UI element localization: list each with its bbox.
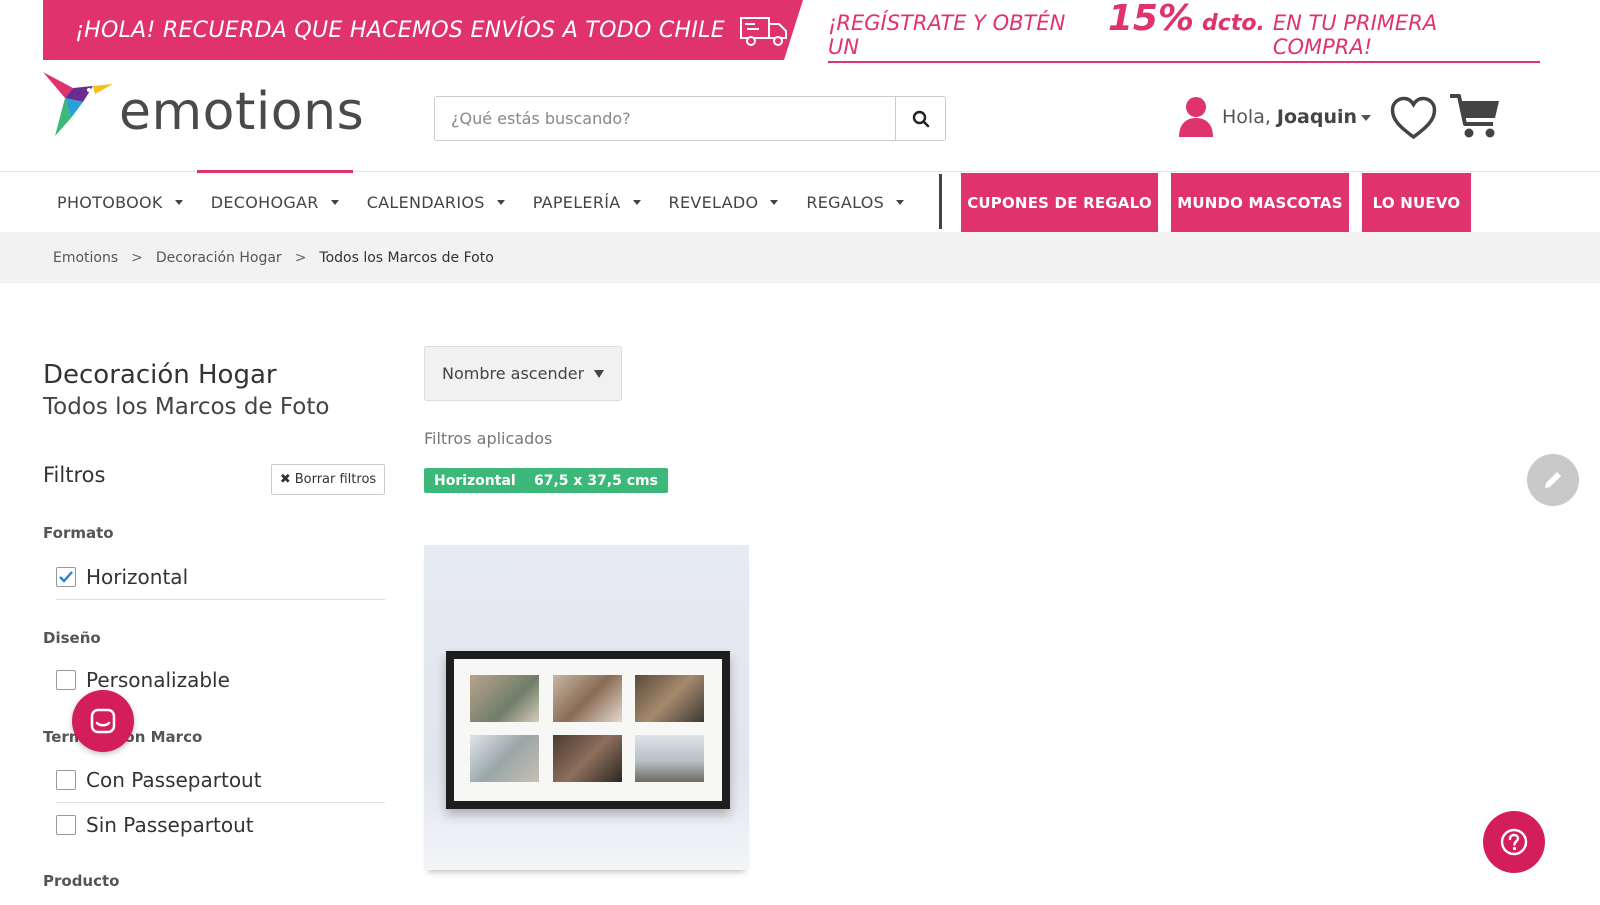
nav-item-papeleria[interactable]: PAPELERÍA (519, 172, 655, 232)
frame-photo (635, 735, 704, 782)
photo-frame-illustration (446, 651, 730, 809)
category-title: Decoración Hogar (43, 360, 277, 390)
close-icon: ✖ (279, 472, 291, 487)
chevron-down-icon (1361, 114, 1372, 121)
filter-option-sin-passepartout[interactable]: Sin Passepartout (56, 805, 385, 845)
filters-heading: Filtros (43, 463, 106, 487)
frame-photo (635, 675, 704, 722)
user-greeting: Hola, Joaquin (1222, 106, 1372, 128)
chat-widget-button[interactable] (72, 690, 134, 752)
applied-filter-tag[interactable]: 67,5 x 37,5 cms (524, 468, 668, 493)
clear-filters-button[interactable]: ✖ Borrar filtros (271, 464, 385, 495)
cart-icon[interactable] (1449, 92, 1501, 140)
edit-floating-button[interactable] (1527, 454, 1579, 506)
promo-shipping: ¡HOLA! RECUERDA QUE HACEMOS ENVÍOS A TOD… (43, 0, 803, 60)
user-greeting-text: Hola, (1222, 106, 1271, 128)
nav-item-regalos[interactable]: REGALOS (792, 172, 918, 232)
product-card-image[interactable] (424, 545, 749, 870)
applied-filters-heading: Filtros aplicados (424, 429, 553, 448)
sort-select-value: Nombre ascendente (442, 364, 584, 383)
nav-item-label: REVELADO (668, 192, 759, 212)
logo[interactable]: emotions (43, 68, 364, 138)
wishlist-heart-icon[interactable] (1390, 96, 1437, 140)
truck-icon (739, 17, 787, 46)
help-floating-button[interactable] (1483, 811, 1545, 873)
breadcrumb-current: Todos los Marcos de Foto (319, 249, 494, 266)
dropdown-caret-icon (770, 199, 779, 205)
filter-option-label: Horizontal (86, 565, 189, 589)
user-icon (1179, 97, 1213, 137)
dropdown-caret-icon (174, 199, 183, 205)
nav-item-photobook[interactable]: PHOTOBOOK (43, 172, 197, 232)
nav-item-label: DECOHOGAR (210, 192, 319, 212)
chevron-down-icon (594, 369, 604, 378)
promo-dcto: dcto. (1202, 10, 1265, 36)
sort-select[interactable]: Nombre ascendente (424, 346, 622, 401)
nav-item-label: PHOTOBOOK (57, 192, 163, 212)
filter-option-label: Personalizable (86, 668, 230, 692)
promo-register-prefix: ¡REGÍSTRATE Y OBTÉN UN (828, 10, 1066, 59)
breadcrumb-separator: > (131, 249, 143, 266)
breadcrumb-category[interactable]: Decoración Hogar (156, 250, 282, 266)
nav-item-label: CALENDARIOS (366, 192, 485, 212)
user-name: Joaquin (1276, 106, 1358, 128)
dropdown-caret-icon (330, 199, 339, 205)
frame-photo (553, 735, 622, 782)
checkmark-icon (59, 571, 73, 583)
category-subtitle: Todos los Marcos de Foto (43, 394, 330, 420)
nav-item-calendarios[interactable]: CALENDARIOS (353, 172, 519, 232)
dropdown-caret-icon (496, 199, 505, 205)
nav-item-revelado[interactable]: REVELADO (655, 172, 793, 232)
promo-banner[interactable]: ¡HOLA! RECUERDA QUE HACEMOS ENVÍOS A TOD… (43, 0, 1540, 63)
logo-text: emotions (119, 82, 365, 142)
filter-option-label: Con Passepartout (86, 768, 262, 792)
search-button[interactable] (895, 97, 945, 140)
promo-shipping-text: ¡HOLA! RECUERDA QUE HACEMOS ENVÍOS A TOD… (75, 17, 725, 43)
checkbox[interactable] (56, 815, 76, 835)
checkbox[interactable] (56, 770, 76, 790)
filter-option-horizontal[interactable]: Horizontal (56, 555, 385, 600)
promo-register[interactable]: ¡REGÍSTRATE Y OBTÉN UN 15% dcto. EN TU P… (828, 0, 1540, 63)
nav-item-decohogar[interactable]: DECOHOGAR (196, 170, 353, 232)
nav-divider (939, 174, 942, 229)
applied-filter-tag[interactable]: Horizontal (424, 468, 526, 493)
nav-button-mascotas[interactable]: MUNDO MASCOTAS (1171, 173, 1349, 233)
nav-item-label: REGALOS (806, 192, 885, 212)
pencil-icon (1545, 472, 1561, 488)
help-icon (1500, 828, 1528, 856)
breadcrumb-home[interactable]: Emotions (53, 250, 118, 266)
hummingbird-logo-icon (43, 72, 113, 136)
user-menu[interactable]: Hola, Joaquin (1178, 96, 1372, 138)
clear-filters-label: Borrar filtros (294, 472, 377, 487)
filter-group-heading: Formato (43, 524, 114, 542)
nav-button-cupones[interactable]: CUPONES DE REGALO (961, 173, 1158, 233)
search-input[interactable] (435, 97, 895, 140)
frame-photo (470, 735, 539, 782)
breadcrumb-separator: > (294, 249, 307, 266)
checkbox[interactable] (56, 567, 76, 587)
search-bar[interactable] (434, 96, 946, 141)
filter-option-label: Sin Passepartout (86, 813, 254, 837)
frame-photo (470, 675, 539, 722)
dropdown-caret-icon (896, 199, 905, 205)
nav-button-lo-nuevo[interactable]: LO NUEVO (1362, 173, 1471, 233)
nav-item-label: PAPELERÍA (532, 192, 621, 212)
chat-icon (90, 708, 116, 734)
filter-group-heading: Producto (43, 872, 120, 890)
promo-register-suffix: EN TU PRIMERA COMPRA! (1272, 10, 1438, 59)
frame-photo (553, 675, 622, 722)
filter-group-heading: Diseño (43, 629, 101, 647)
filter-option-con-passepartout[interactable]: Con Passepartout (56, 758, 385, 803)
checkbox[interactable] (56, 670, 76, 690)
dropdown-caret-icon (632, 199, 641, 205)
promo-discount: 15% (1107, 0, 1195, 39)
main-nav: PHOTOBOOK DECOHOGAR CALENDARIOS PAPELERÍ… (0, 170, 1600, 233)
search-icon (912, 110, 929, 127)
breadcrumb: Emotions > Decoración Hogar > Todos los … (0, 232, 1600, 283)
